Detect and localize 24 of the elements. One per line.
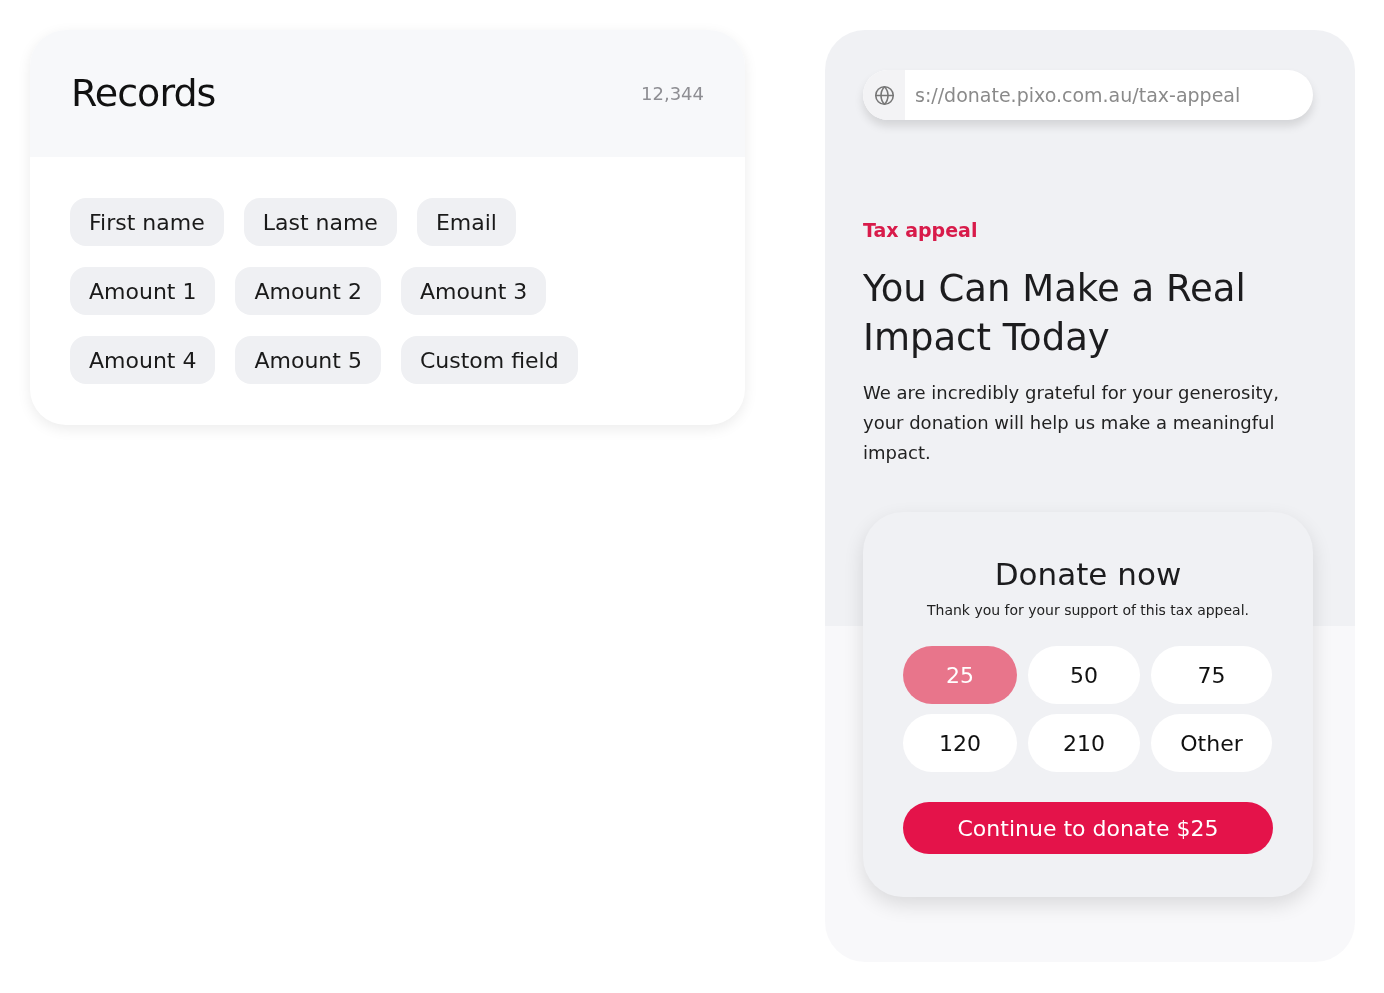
intro-paragraph: We are incredibly grateful for your generosity, your donation will help us make a meaningful impact. (863, 381, 1280, 465)
field-chip[interactable]: First name (70, 198, 224, 246)
field-chip[interactable]: Last name (243, 198, 397, 246)
continue-donate-button[interactable]: Continue to donate $25 (903, 802, 1273, 854)
amount-option[interactable]: 120 (903, 714, 1017, 772)
eyebrow-label: Tax appeal (863, 218, 979, 242)
field-chip[interactable]: Amount 1 (70, 267, 216, 315)
field-chip[interactable]: Amount 4 (70, 336, 216, 384)
field-chip[interactable]: Custom field (400, 336, 578, 384)
field-chip[interactable]: Email (416, 198, 516, 246)
amount-option[interactable]: 210 (1028, 714, 1140, 772)
field-chip[interactable]: Amount 2 (235, 267, 381, 315)
globe-icon (873, 84, 895, 106)
url-text: s://donate.pixo.com.au/tax-appeal (915, 82, 1241, 108)
records-title: Records (71, 70, 216, 117)
amount-option[interactable]: 50 (1028, 646, 1140, 704)
amount-option[interactable]: 75 (1151, 646, 1272, 704)
amount-option[interactable]: Other (1151, 714, 1272, 772)
field-chip[interactable]: Amount 3 (400, 267, 547, 315)
donate-subtitle: Thank you for your support of this tax appeal. (926, 601, 1250, 620)
donate-title: Donate now (994, 555, 1182, 594)
record-count: 12,344 (641, 82, 704, 106)
field-chip[interactable]: Amount 5 (235, 336, 381, 384)
page-heading: You Can Make a Real Impact Today (863, 266, 1247, 361)
